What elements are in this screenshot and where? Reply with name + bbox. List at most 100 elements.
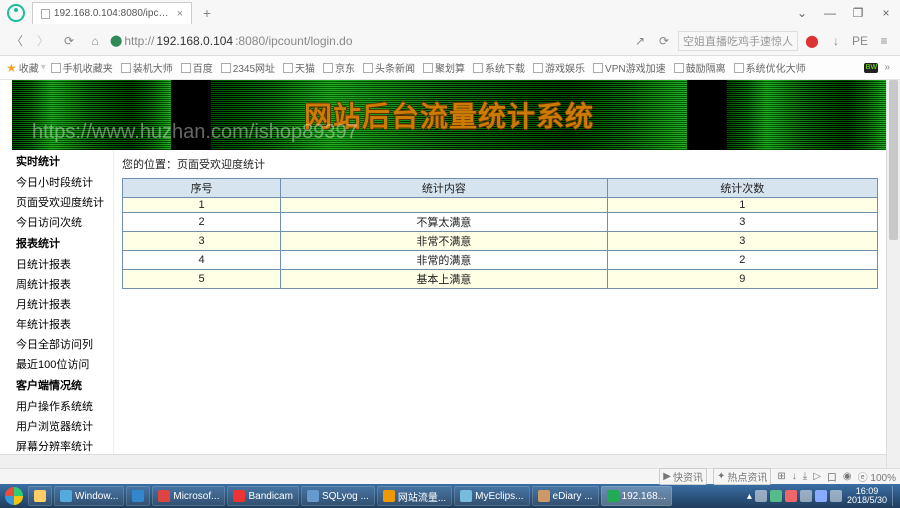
share-icon[interactable]: ↗ <box>630 34 650 48</box>
download-icon[interactable]: ↓ <box>826 34 846 48</box>
forward-button[interactable]: 〉 <box>32 30 54 52</box>
tab-title: 192.168.0.104:8080/ipcount/l... <box>54 8 173 19</box>
vertical-scrollbar[interactable] <box>886 80 900 468</box>
taskbar-pinned[interactable] <box>28 486 52 506</box>
browser-tab[interactable]: 192.168.0.104:8080/ipcount/l... × <box>32 2 192 24</box>
sidebar-item[interactable]: 今日访问次统 <box>12 212 113 232</box>
status-icon[interactable]: ↓ <box>792 471 797 482</box>
sidebar-item[interactable]: 页面受欢迎度统计 <box>12 192 113 212</box>
sidebar-item[interactable]: 屏幕分辨率统计 <box>12 436 113 454</box>
status-hot-button[interactable]: ✦ 热点资讯 <box>713 468 771 485</box>
sidebar-group: 客户端情况统 <box>12 374 113 396</box>
zoom-label[interactable]: ⓔ 100% <box>858 469 896 484</box>
taskbar-button[interactable]: SQLyog ... <box>301 486 375 506</box>
table-row: 11 <box>123 198 878 213</box>
search-box[interactable]: 空姐直播吃鸡手速惊人 <box>678 31 798 51</box>
window-restore-button[interactable]: ❐ <box>844 0 872 26</box>
ext-icon[interactable]: ⬤ <box>802 34 822 48</box>
show-desktop-button[interactable] <box>892 486 898 506</box>
bookmark-item[interactable]: 手机收藏夹 <box>48 60 116 75</box>
bookmark-item[interactable]: 聚划算 <box>420 60 468 75</box>
tray-icon[interactable] <box>770 490 782 502</box>
menu-icon[interactable]: ≡ <box>874 34 894 48</box>
bookmark-item[interactable]: 京东 <box>320 60 358 75</box>
watermark: https://www.huzhan.com/ishop89397 <box>32 121 358 144</box>
tab-favicon <box>41 9 50 19</box>
tray-icon[interactable] <box>800 490 812 502</box>
window-menu-button[interactable]: ⌄ <box>788 0 816 26</box>
taskbar-clock[interactable]: 16:092018/5/30 <box>844 487 890 505</box>
status-icon[interactable]: ⤓ <box>803 471 807 482</box>
tray-icon[interactable] <box>785 490 797 502</box>
bookmark-item[interactable]: 系统优化大师 <box>731 60 809 75</box>
sidebar: 实时统计今日小时段统计页面受欢迎度统计今日访问次统报表统计日统计报表周统计报表月… <box>12 150 114 454</box>
sidebar-item[interactable]: 最近100位访问 <box>12 354 113 374</box>
sidebar-item[interactable]: 用户浏览器统计 <box>12 416 113 436</box>
bookmark-item[interactable]: 百度 <box>178 60 216 75</box>
table-cell: 1 <box>123 198 281 213</box>
bookmarks-more-icon[interactable]: » <box>880 62 894 73</box>
taskbar-button[interactable]: MyEclips... <box>454 486 529 506</box>
taskbar-button[interactable] <box>126 486 150 506</box>
start-button[interactable] <box>2 486 26 506</box>
refresh-icon[interactable]: ⟳ <box>654 34 674 48</box>
sidebar-item[interactable]: 周统计报表 <box>12 274 113 294</box>
horizontal-scrollbar[interactable] <box>0 454 886 468</box>
status-fast-button[interactable]: ▶ 快资讯 <box>659 468 707 485</box>
fav-icon[interactable]: PE <box>850 34 870 48</box>
windows-taskbar: Window... Microsof...BandicamSQLyog ...网站… <box>0 484 900 508</box>
taskbar-button[interactable]: Window... <box>54 486 124 506</box>
bookmark-item[interactable]: 头条新闻 <box>360 60 418 75</box>
table-cell: 基本上满意 <box>281 270 607 289</box>
browser-logo <box>0 0 32 26</box>
volume-icon[interactable] <box>830 490 842 502</box>
back-button[interactable]: 〈 <box>6 30 28 52</box>
sidebar-item[interactable]: 今日全部访问列 <box>12 334 113 354</box>
taskbar-button[interactable]: Bandicam <box>227 486 298 506</box>
status-icon[interactable]: ⊞ <box>777 471 785 482</box>
tray-expand-icon[interactable]: ▴ <box>747 491 752 502</box>
taskbar-button[interactable]: eDiary ... <box>532 486 599 506</box>
browser-address-bar: 〈 〉 ⟳ ⌂ ⬤ http:// 192.168.0.104 :8080/ip… <box>0 26 900 56</box>
bookmark-item[interactable]: 装机大师 <box>118 60 176 75</box>
breadcrumb-value: 页面受欢迎度统计 <box>177 159 265 171</box>
tray-icon[interactable] <box>815 490 827 502</box>
main-content: 您的位置：页面受欢迎度统计 序号统计内容统计次数 112不算太满意33非常不满意… <box>114 150 886 454</box>
taskbar-button[interactable]: Microsof... <box>152 486 225 506</box>
bookmark-item[interactable]: VPN游戏加速 <box>590 60 669 75</box>
star-icon[interactable]: ★ <box>6 61 17 75</box>
table-cell: 非常的满意 <box>281 251 607 270</box>
table-row: 4非常的满意2 <box>123 251 878 270</box>
bookmark-item[interactable]: 鼓励隔离 <box>671 60 729 75</box>
sidebar-item[interactable]: 今日小时段统计 <box>12 172 113 192</box>
bookmarks-label: 收藏 <box>19 60 39 75</box>
home-button[interactable]: ⌂ <box>84 30 106 52</box>
bookmark-item[interactable]: 天猫 <box>280 60 318 75</box>
status-icon[interactable]: 口 <box>827 469 837 484</box>
table-cell: 1 <box>607 198 877 213</box>
new-tab-button[interactable]: + <box>198 5 216 21</box>
url-field[interactable]: ⬤ http:// 192.168.0.104 :8080/ipcount/lo… <box>110 34 353 48</box>
sidebar-item[interactable]: 日统计报表 <box>12 254 113 274</box>
scrollbar-thumb[interactable] <box>889 80 898 240</box>
table-row: 2不算太满意3 <box>123 213 878 232</box>
sidebar-item[interactable]: 年统计报表 <box>12 314 113 334</box>
bw-icon[interactable]: BW <box>864 63 878 73</box>
tray-icon[interactable] <box>755 490 767 502</box>
bookmark-item[interactable]: 系统下载 <box>470 60 528 75</box>
sidebar-item[interactable]: 月统计报表 <box>12 294 113 314</box>
tab-close-button[interactable]: × <box>177 8 183 20</box>
status-icon[interactable]: ◉ <box>843 471 852 482</box>
taskbar-button[interactable]: 192.168... <box>601 486 672 506</box>
bookmark-item[interactable]: 游戏娱乐 <box>530 60 588 75</box>
window-minimize-button[interactable]: — <box>816 0 844 26</box>
window-close-button[interactable]: × <box>872 0 900 26</box>
status-icon[interactable]: ▷ <box>813 471 821 482</box>
system-tray[interactable]: ▴ <box>747 490 842 502</box>
taskbar-button[interactable]: 网站流量... <box>377 486 452 506</box>
reload-button[interactable]: ⟳ <box>58 30 80 52</box>
bookmark-item[interactable]: 2345网址 <box>218 60 278 75</box>
table-row: 3非常不满意3 <box>123 232 878 251</box>
sidebar-item[interactable]: 用户操作系统统 <box>12 396 113 416</box>
table-cell: 9 <box>607 270 877 289</box>
